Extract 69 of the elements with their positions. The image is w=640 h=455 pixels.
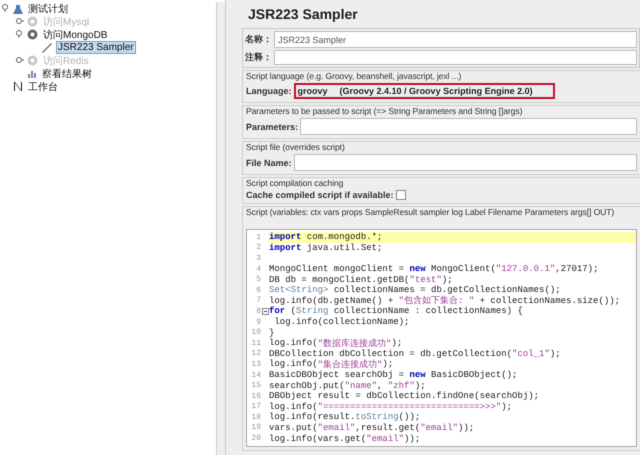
parameters-label: Parameters: <box>246 122 298 132</box>
workbench-icon <box>13 81 23 92</box>
line-number: 17 <box>250 402 261 412</box>
line-number: 16 <box>250 392 261 401</box>
name-field[interactable]: JSR223 Sampler <box>274 31 637 48</box>
line-number: 19 <box>250 423 261 432</box>
group-legend: Script compilation caching <box>246 178 637 188</box>
code-line: searchObj.put("name", "zhf"); <box>269 380 427 391</box>
code-line: vars.put("email",result.get("email")); <box>269 422 476 434</box>
code-line: log.info(db.getName() + "包含如下集合: " + collectionNames.size()); <box>269 296 622 306</box>
pen-icon <box>41 42 53 53</box>
flask-icon <box>13 4 23 14</box>
line-number: 11 <box>250 338 261 348</box>
group-legend: Script file (overrides script) <box>246 142 637 152</box>
name-label: 名称： <box>245 33 272 46</box>
cache-checkbox[interactable] <box>396 190 406 200</box>
code-line: log.info("集合连接成功"); <box>269 359 394 370</box>
line-number: 4 <box>255 264 261 274</box>
comment-label: 注释： <box>245 51 272 64</box>
chart-icon <box>27 68 37 78</box>
line-number: 6 <box>255 286 261 295</box>
line-number: 12 <box>250 349 261 358</box>
language-selector[interactable]: groovy (Groovy 2.4.10 / Groovy Scripting Engine 2.0) <box>294 83 555 99</box>
line-number: 10 <box>250 328 261 338</box>
line-number: 18 <box>250 412 261 422</box>
line-number: 14 <box>250 370 261 380</box>
fold-icon[interactable] <box>262 308 268 315</box>
code-line: Set<String> collectionNames = db.getCollectionNames(); <box>269 284 562 296</box>
line-number: 15 <box>250 381 261 390</box>
language-label: Language: <box>246 86 292 96</box>
line-number: 13 <box>250 360 261 369</box>
code-line: MongoClient mongoClient = new MongoClient("127.0.0.1",27017); <box>269 264 600 274</box>
line-number: 1 <box>255 232 261 242</box>
expander-icon[interactable] <box>2 4 10 14</box>
scrollbar[interactable] <box>216 2 225 455</box>
group-legend: Script (variables: ctx vars props SampleResult sampler log Label Filename Parameters args[] OUT) <box>246 207 637 217</box>
code-line: log.info(collectionName); <box>274 316 410 328</box>
file-name-field[interactable] <box>294 154 637 171</box>
panel-title: JSR223 Sampler <box>247 5 359 24</box>
tree-item[interactable]: 访问MongoDB <box>41 26 110 42</box>
code-line: import java.util.Set; <box>269 242 384 254</box>
line-number: 7 <box>255 296 261 306</box>
code-line: DBCollection dbCollection = db.getCollection("col_1"); <box>269 348 562 360</box>
code-line: DB db = mongoClient.getDB("test"); <box>269 274 454 285</box>
code-line: DBObject result = dbCollection.findOne(searchObj); <box>269 390 540 402</box>
code-line: log.info("=============================>>>"); <box>269 402 514 412</box>
line-number: 20 <box>250 434 261 444</box>
code-line: } <box>269 327 276 338</box>
tree-item[interactable]: 察看结果树 <box>40 66 94 82</box>
code-line: for (String collectionName : collectionNames) { <box>269 306 524 317</box>
parameters-field[interactable] <box>300 118 637 135</box>
line-number: 5 <box>255 275 261 284</box>
tree-item[interactable]: JSR223 Sampler <box>56 41 136 54</box>
group-legend: Parameters to be passed to script (=> String Parameters and String []args) <box>246 106 637 116</box>
comment-field[interactable] <box>274 50 637 65</box>
line-number: 3 <box>255 254 261 263</box>
cache-label: Cache compiled script if available: <box>246 190 394 200</box>
group-legend: Script language (e.g. Groovy, beanshell, javascript, jexl ...) <box>246 71 637 81</box>
tree-item[interactable]: 工作台 <box>26 78 60 94</box>
code-line: log.info(result.toString()); <box>269 412 422 423</box>
code-line: log.info(vars.get("email")); <box>269 433 422 444</box>
expander-icon[interactable] <box>16 30 24 40</box>
line-number: 8 <box>255 306 261 316</box>
code-line: log.info("数据库连接成功"); <box>269 338 404 349</box>
file-name-label: File Name: <box>246 158 292 168</box>
line-number: 2 <box>255 243 261 252</box>
code-line: BasicDBObject searchObj = new BasicDBObject(); <box>269 370 518 380</box>
line-number: 9 <box>255 318 261 327</box>
tree-item[interactable]: 测试计划 <box>26 0 70 16</box>
